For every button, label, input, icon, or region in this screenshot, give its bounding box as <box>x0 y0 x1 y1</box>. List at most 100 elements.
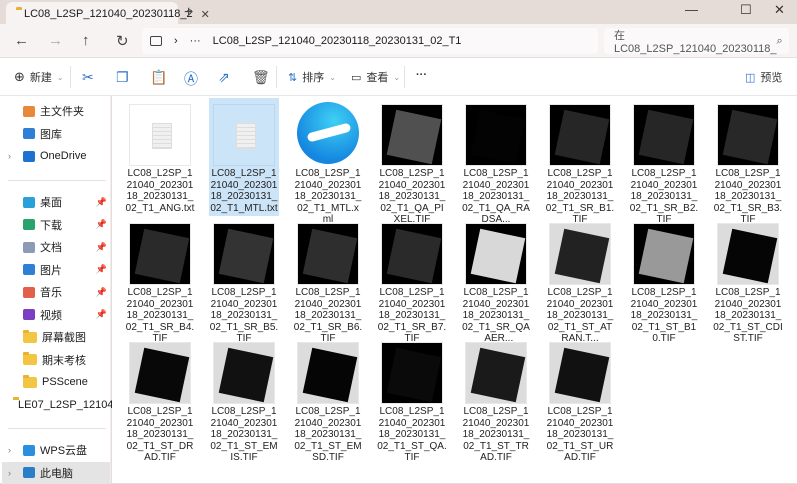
sidebar-item[interactable]: 期末考核 <box>8 349 111 371</box>
file-item[interactable]: LC08_L2SP_121040_20230118_20230131_02_T1… <box>545 98 615 225</box>
expand-chevron-icon[interactable]: › <box>8 151 18 161</box>
raster-scene <box>386 347 442 403</box>
folder-icon <box>23 374 37 388</box>
close-window-button[interactable]: ✕ <box>774 2 785 18</box>
file-item[interactable]: LC08_L2SP_121040_20230118_20230131_02_T1… <box>125 336 195 463</box>
view-label: 查看 <box>366 72 389 84</box>
file-item[interactable]: LC08_L2SP_121040_20230118_20230131_02_T1… <box>293 98 363 225</box>
paste-icon[interactable]: 📋 <box>150 69 167 86</box>
file-item[interactable]: LC08_L2SP_121040_20230118_20230131_02_T1… <box>209 336 279 463</box>
location-icon <box>23 219 35 230</box>
file-item[interactable]: LC08_L2SP_121040_20230118_20230131_02_T1… <box>125 98 195 216</box>
refresh-button[interactable]: ↻ <box>116 32 129 50</box>
search-input[interactable]: 在 LC08_L2SP_121040_20230118_ ⌕ <box>604 28 789 55</box>
raster-scene <box>218 347 274 403</box>
document-thumbnail <box>213 104 275 166</box>
file-item[interactable]: LC08_L2SP_121040_20230118_20230131_02_T1… <box>293 217 363 344</box>
sidebar-item[interactable]: 下载 📌 <box>8 214 111 236</box>
file-item[interactable]: LC08_L2SP_121040_20230118_20230131_02_T1… <box>461 336 531 463</box>
file-item[interactable]: LC08_L2SP_121040_20230118_20230131_02_T1… <box>125 217 195 344</box>
text-document-icon <box>236 123 256 149</box>
sort-button[interactable]: ⇅ 排序 ⌄ <box>288 69 336 85</box>
file-item[interactable]: LC08_L2SP_121040_20230118_20230131_02_T1… <box>713 217 783 344</box>
pin-icon[interactable]: 📌 <box>96 264 107 275</box>
image-thumbnail <box>129 342 191 404</box>
file-item[interactable]: LC08_L2SP_121040_20230118_20230131_02_T1… <box>713 98 783 225</box>
divider <box>8 180 106 181</box>
sidebar-item[interactable]: › OneDrive <box>8 145 111 167</box>
image-thumbnail <box>381 342 443 404</box>
up-button[interactable]: ↑ <box>82 32 90 49</box>
more-options-button[interactable]: ··· <box>416 69 427 81</box>
new-button[interactable]: ⊕ 新建 ⌄ <box>14 69 64 85</box>
expand-chevron-icon[interactable]: › <box>8 445 18 455</box>
file-name: LC08_L2SP_121040_20230118_20230131_02_T1… <box>713 287 783 344</box>
sidebar-item[interactable]: LE07_L2SP_12104 <box>8 394 113 416</box>
file-item[interactable]: LC08_L2SP_121040_20230118_20230131_02_T1… <box>629 217 699 344</box>
forward-button[interactable]: → <box>48 32 63 49</box>
sidebar-item-label: OneDrive <box>40 150 87 162</box>
file-item[interactable]: LC08_L2SP_121040_20230118_20230131_02_T1… <box>209 98 279 216</box>
raster-scene <box>386 109 442 165</box>
sidebar-item[interactable]: 图片 📌 <box>8 259 111 281</box>
file-item[interactable]: LC08_L2SP_121040_20230118_20230131_02_T1… <box>629 98 699 225</box>
pin-icon[interactable]: 📌 <box>96 197 107 208</box>
file-item[interactable]: LC08_L2SP_121040_20230118_20230131_02_T1… <box>461 217 531 344</box>
sidebar-item[interactable]: PSScene <box>8 371 111 393</box>
sidebar-item[interactable]: › 此电脑 <box>2 461 110 484</box>
maximize-button[interactable]: ☐ <box>740 2 752 18</box>
file-name: LC08_L2SP_121040_20230118_20230131_02_T1… <box>126 406 194 463</box>
rename-icon[interactable]: Ⓐ <box>184 69 198 89</box>
view-button[interactable]: ▭ 查看 ⌄ <box>351 69 400 85</box>
divider <box>404 66 405 88</box>
sidebar-item[interactable]: 视频 📌 <box>8 304 111 326</box>
file-item[interactable]: LC08_L2SP_121040_20230118_20230131_02_T1… <box>209 217 279 344</box>
tab-close-button[interactable]: ✕ <box>201 8 210 21</box>
sidebar-item[interactable]: 屏幕截图 <box>8 326 111 348</box>
navigation-pane: 主文件夹 图库 › OneDrive 桌面 📌 下载 📌 文档 📌 图片 📌 音乐 📌 视频 📌 屏幕截图 期末考… <box>0 96 113 484</box>
chevron-down-icon: ⌄ <box>329 72 336 82</box>
back-button[interactable]: ← <box>14 32 29 49</box>
breadcrumb-ellipsis-button[interactable]: ··· <box>190 35 201 47</box>
sidebar-item[interactable]: 音乐 📌 <box>8 281 111 303</box>
address-bar[interactable]: › ··· LC08_L2SP_121040_20230118_20230131… <box>142 28 598 54</box>
share-icon[interactable]: ⇗ <box>218 69 230 86</box>
minimize-button[interactable]: — <box>685 2 698 17</box>
sidebar-item[interactable]: 主文件夹 <box>8 100 111 122</box>
sidebar-item[interactable]: › WPS云盘 <box>8 439 111 461</box>
delete-icon[interactable]: 🗑 <box>252 69 270 86</box>
sidebar-item[interactable]: 桌面 📌 <box>8 191 111 213</box>
sidebar-item-label: 下载 <box>40 219 62 232</box>
expand-chevron-icon[interactable]: › <box>8 468 18 478</box>
file-item[interactable]: LC08_L2SP_121040_20230118_20230131_02_T1… <box>377 336 447 463</box>
image-thumbnail <box>717 104 779 166</box>
location-icon <box>23 286 35 298</box>
pin-icon[interactable]: 📌 <box>96 242 107 253</box>
file-item[interactable]: LC08_L2SP_121040_20230118_20230131_02_T1… <box>377 217 447 344</box>
tab-current-folder[interactable]: LC08_L2SP_121040_20230118_2 ✕ <box>6 2 210 26</box>
tab-title: LC08_L2SP_121040_20230118_2 <box>24 8 193 20</box>
file-item[interactable]: LC08_L2SP_121040_20230118_20230131_02_T1… <box>545 217 615 344</box>
preview-pane-button[interactable]: ◫ 预览 <box>745 69 782 85</box>
file-name: LC08_L2SP_121040_20230118_20230131_02_T1… <box>210 406 278 463</box>
raster-scene <box>554 109 610 165</box>
plus-circle-icon: ⊕ <box>14 69 25 84</box>
sidebar-item[interactable]: 文档 📌 <box>8 236 111 258</box>
pin-icon[interactable]: 📌 <box>96 287 107 298</box>
pin-icon[interactable]: 📌 <box>96 219 107 230</box>
copy-icon[interactable]: ❐ <box>116 69 129 86</box>
cut-icon[interactable]: ✂ <box>82 69 94 86</box>
sidebar-item[interactable]: 图库 <box>8 123 111 145</box>
pin-icon[interactable]: 📌 <box>96 309 107 320</box>
file-item[interactable]: LC08_L2SP_121040_20230118_20230131_02_T1… <box>377 98 447 225</box>
file-name: LC08_L2SP_121040_20230118_20230131_02_T1… <box>210 168 278 214</box>
sidebar-item-label: 主文件夹 <box>40 106 84 118</box>
image-thumbnail <box>633 104 695 166</box>
file-item[interactable]: LC08_L2SP_121040_20230118_20230131_02_T1… <box>293 336 363 463</box>
breadcrumb-current[interactable]: LC08_L2SP_121040_20230118_20230131_02_T1 <box>213 35 462 47</box>
file-name: LC08_L2SP_121040_20230118_20230131_02_T1… <box>630 287 698 344</box>
preview-pane-icon: ◫ <box>745 71 756 84</box>
file-item[interactable]: LC08_L2SP_121040_20230118_20230131_02_T1… <box>461 98 531 225</box>
new-tab-button[interactable]: + <box>184 4 193 22</box>
file-item[interactable]: LC08_L2SP_121040_20230118_20230131_02_T1… <box>545 336 615 463</box>
